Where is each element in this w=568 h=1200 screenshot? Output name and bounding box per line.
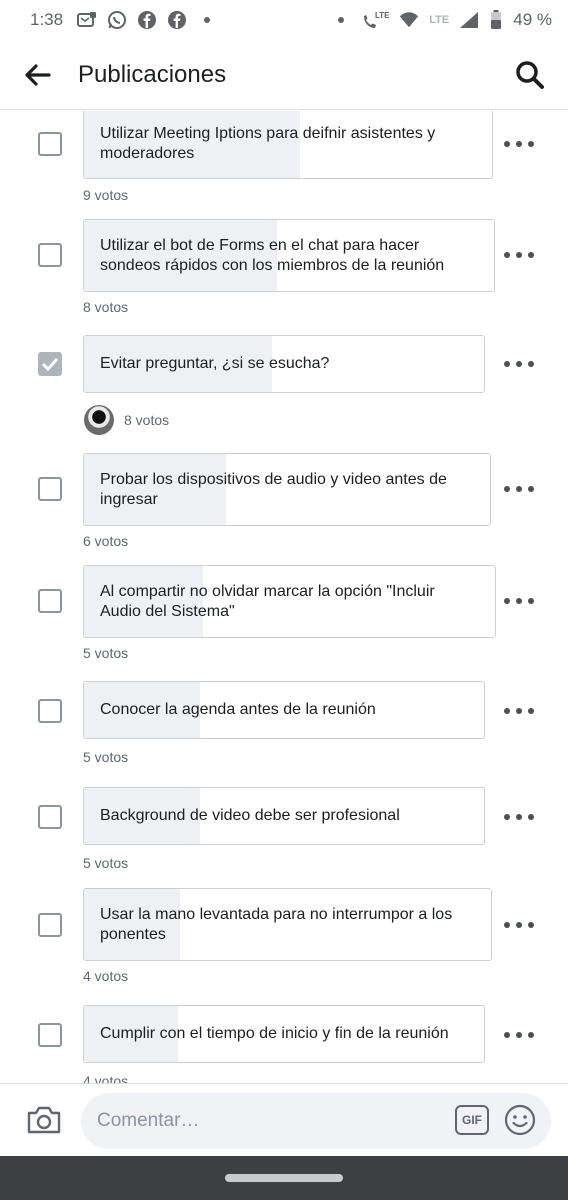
arrow-left-icon xyxy=(25,63,51,86)
option-checkbox[interactable] xyxy=(38,699,62,723)
dot-icon xyxy=(331,10,351,30)
battery-percent: 49 % xyxy=(513,10,552,29)
search-button[interactable] xyxy=(510,55,550,95)
option-text: Utilizar el bot de Forms en el chat para… xyxy=(100,236,445,274)
vote-count[interactable]: 8 votos xyxy=(83,299,128,315)
vote-count[interactable]: 6 votos xyxy=(83,533,128,549)
option-button[interactable]: Utilizar el bot de Forms en el chat para… xyxy=(83,219,495,292)
lte-label: LTE xyxy=(429,14,450,26)
comment-bar: GIF xyxy=(0,1083,568,1156)
whatsapp-icon xyxy=(107,10,127,30)
vote-count[interactable]: 4 votos xyxy=(83,1073,128,1083)
emoji-icon xyxy=(504,1104,536,1136)
poll-options-list: Utilizar Meeting Iptions para deifnir as… xyxy=(0,111,568,1083)
option-checkbox[interactable] xyxy=(38,589,62,613)
app-header: Publicaciones xyxy=(0,40,568,110)
comment-input[interactable] xyxy=(81,1110,431,1132)
battery-icon xyxy=(489,10,503,30)
option-checkbox[interactable] xyxy=(38,132,62,156)
option-button[interactable]: Conocer la agenda antes de la reunión xyxy=(83,681,485,739)
option-button[interactable]: Probar los dispositivos de audio y video… xyxy=(83,453,491,526)
dot-icon xyxy=(197,10,217,30)
more-options-button[interactable] xyxy=(504,479,534,499)
option-checkbox-checked[interactable] xyxy=(38,352,62,376)
vote-count[interactable]: 9 votos xyxy=(83,187,128,203)
facebook-icon xyxy=(137,10,157,30)
status-bar: 1:38 LTE LTE 49 % xyxy=(0,0,568,40)
camera-button[interactable] xyxy=(24,1100,64,1140)
option-button[interactable]: Evitar preguntar, ¿si se esucha? xyxy=(83,335,485,393)
more-options-button[interactable] xyxy=(504,1025,534,1045)
more-options-button[interactable] xyxy=(504,701,534,721)
vote-count[interactable]: 5 votos xyxy=(83,855,128,871)
option-button[interactable]: Cumplir con el tiempo de inicio y fin de… xyxy=(83,1005,485,1063)
home-gesture-pill[interactable] xyxy=(225,1174,343,1182)
lte-label-call: LTE xyxy=(375,11,389,20)
more-options-button[interactable] xyxy=(504,354,534,374)
more-options-button[interactable] xyxy=(504,591,534,611)
option-text: Evitar preguntar, ¿si se esucha? xyxy=(100,355,330,372)
more-options-button[interactable] xyxy=(504,134,534,154)
option-text: Utilizar Meeting Iptions para deifnir as… xyxy=(100,125,436,162)
vote-count[interactable]: 8 votos xyxy=(124,412,169,428)
checkmark-icon xyxy=(41,357,59,372)
status-time: 1:38 xyxy=(30,10,64,29)
camera-icon xyxy=(27,1106,61,1134)
wifi-icon xyxy=(399,10,419,30)
message-icon xyxy=(77,10,97,30)
comment-field[interactable]: GIF xyxy=(81,1093,551,1149)
voter-avatar[interactable] xyxy=(84,405,114,435)
emoji-button[interactable] xyxy=(503,1103,537,1137)
option-button[interactable]: Utilizar Meeting Iptions para deifnir as… xyxy=(83,111,493,179)
vote-count[interactable]: 5 votos xyxy=(83,645,128,661)
system-icons: LTE LTE 49 % xyxy=(331,10,552,30)
option-text: Background de video debe ser profesional xyxy=(100,807,400,824)
more-options-button[interactable] xyxy=(504,807,534,827)
option-text: Conocer la agenda antes de la reunión xyxy=(100,701,376,718)
back-button[interactable] xyxy=(18,55,58,95)
option-text: Probar los dispositivos de audio y video… xyxy=(100,470,447,508)
option-text: Usar la mano levantada para no interrump… xyxy=(100,905,453,943)
option-text: Al compartir no olvidar marcar la opción… xyxy=(100,582,435,620)
option-button[interactable]: Usar la mano levantada para no interrump… xyxy=(83,888,492,961)
vote-count[interactable]: 4 votos xyxy=(83,968,128,984)
gif-button[interactable]: GIF xyxy=(455,1105,489,1135)
more-options-button[interactable] xyxy=(504,245,534,265)
navigation-bar xyxy=(0,1156,568,1200)
notification-icons xyxy=(77,10,217,30)
page-title: Publicaciones xyxy=(78,60,227,88)
more-options-button[interactable] xyxy=(504,915,534,935)
option-checkbox[interactable] xyxy=(38,243,62,267)
call-lte-icon: LTE xyxy=(361,10,389,30)
option-checkbox[interactable] xyxy=(38,477,62,501)
option-button[interactable]: Background de video debe ser profesional xyxy=(83,787,485,845)
option-text: Cumplir con el tiempo de inicio y fin de… xyxy=(100,1025,449,1042)
signal-icon xyxy=(459,10,479,30)
vote-count[interactable]: 5 votos xyxy=(83,749,128,765)
option-checkbox[interactable] xyxy=(38,913,62,937)
option-checkbox[interactable] xyxy=(38,805,62,829)
option-button[interactable]: Al compartir no olvidar marcar la opción… xyxy=(83,565,496,638)
facebook-icon xyxy=(167,10,187,30)
search-icon xyxy=(516,60,544,89)
option-checkbox[interactable] xyxy=(38,1023,62,1047)
